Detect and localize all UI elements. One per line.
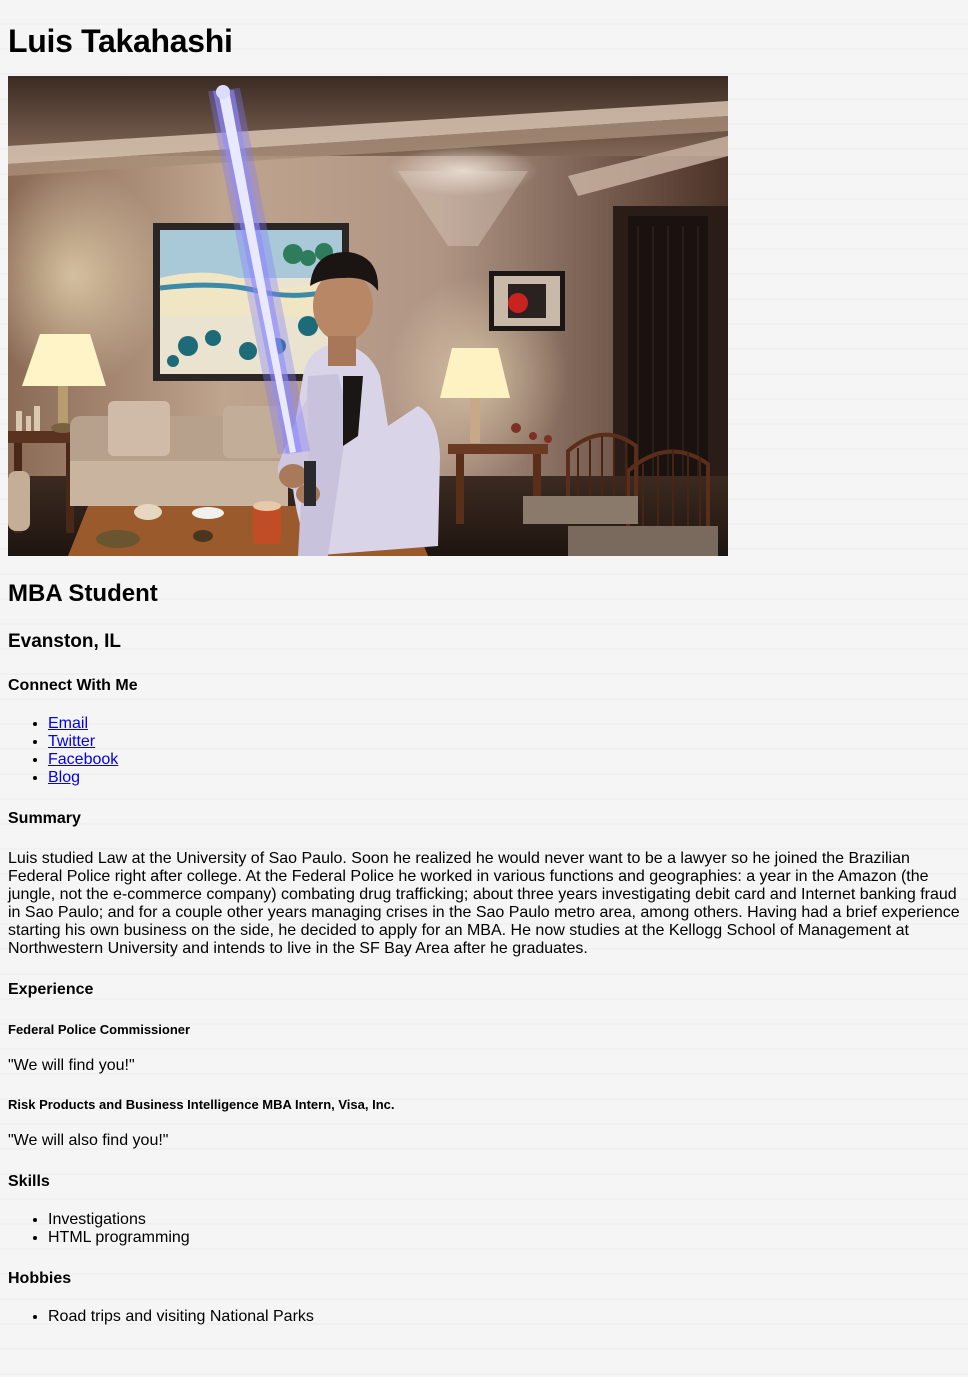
- skills-heading: Skills: [8, 1173, 50, 1190]
- profile-location: Evanston, IL: [8, 631, 121, 652]
- profile-name: Luis Takahashi: [8, 23, 233, 59]
- job-title: Federal Police Commissioner: [8, 1022, 191, 1037]
- summary-text: Luis studied Law at the University of Sa…: [8, 850, 960, 957]
- email-link[interactable]: Email: [48, 715, 88, 732]
- job-title: Risk Products and Business Intelligence …: [8, 1097, 395, 1112]
- connect-links-list: Email Twitter Facebook Blog: [8, 715, 960, 787]
- job-quote: "We will find you!": [8, 1057, 135, 1074]
- blog-link[interactable]: Blog: [48, 769, 80, 786]
- profile-photo: [8, 76, 728, 556]
- twitter-link[interactable]: Twitter: [48, 733, 95, 750]
- list-item: Blog: [48, 769, 960, 787]
- list-item: Email: [48, 715, 960, 733]
- experience-heading: Experience: [8, 981, 94, 998]
- connect-heading: Connect With Me: [8, 677, 138, 694]
- skills-list: Investigations HTML programming: [8, 1211, 960, 1247]
- job-quote: "We will also find you!": [8, 1132, 169, 1149]
- list-item: Road trips and visiting National Parks: [48, 1308, 960, 1326]
- summary-heading: Summary: [8, 810, 81, 827]
- list-item: Twitter: [48, 733, 960, 751]
- list-item: HTML programming: [48, 1229, 960, 1247]
- profile-title: MBA Student: [8, 580, 158, 607]
- list-item: Investigations: [48, 1211, 960, 1229]
- list-item: Facebook: [48, 751, 960, 769]
- profile-page: Luis Takahashi MBA Student Evanston, IL …: [0, 22, 968, 1326]
- hobbies-heading: Hobbies: [8, 1270, 72, 1287]
- hobbies-list: Road trips and visiting National Parks: [8, 1308, 960, 1326]
- facebook-link[interactable]: Facebook: [48, 751, 118, 768]
